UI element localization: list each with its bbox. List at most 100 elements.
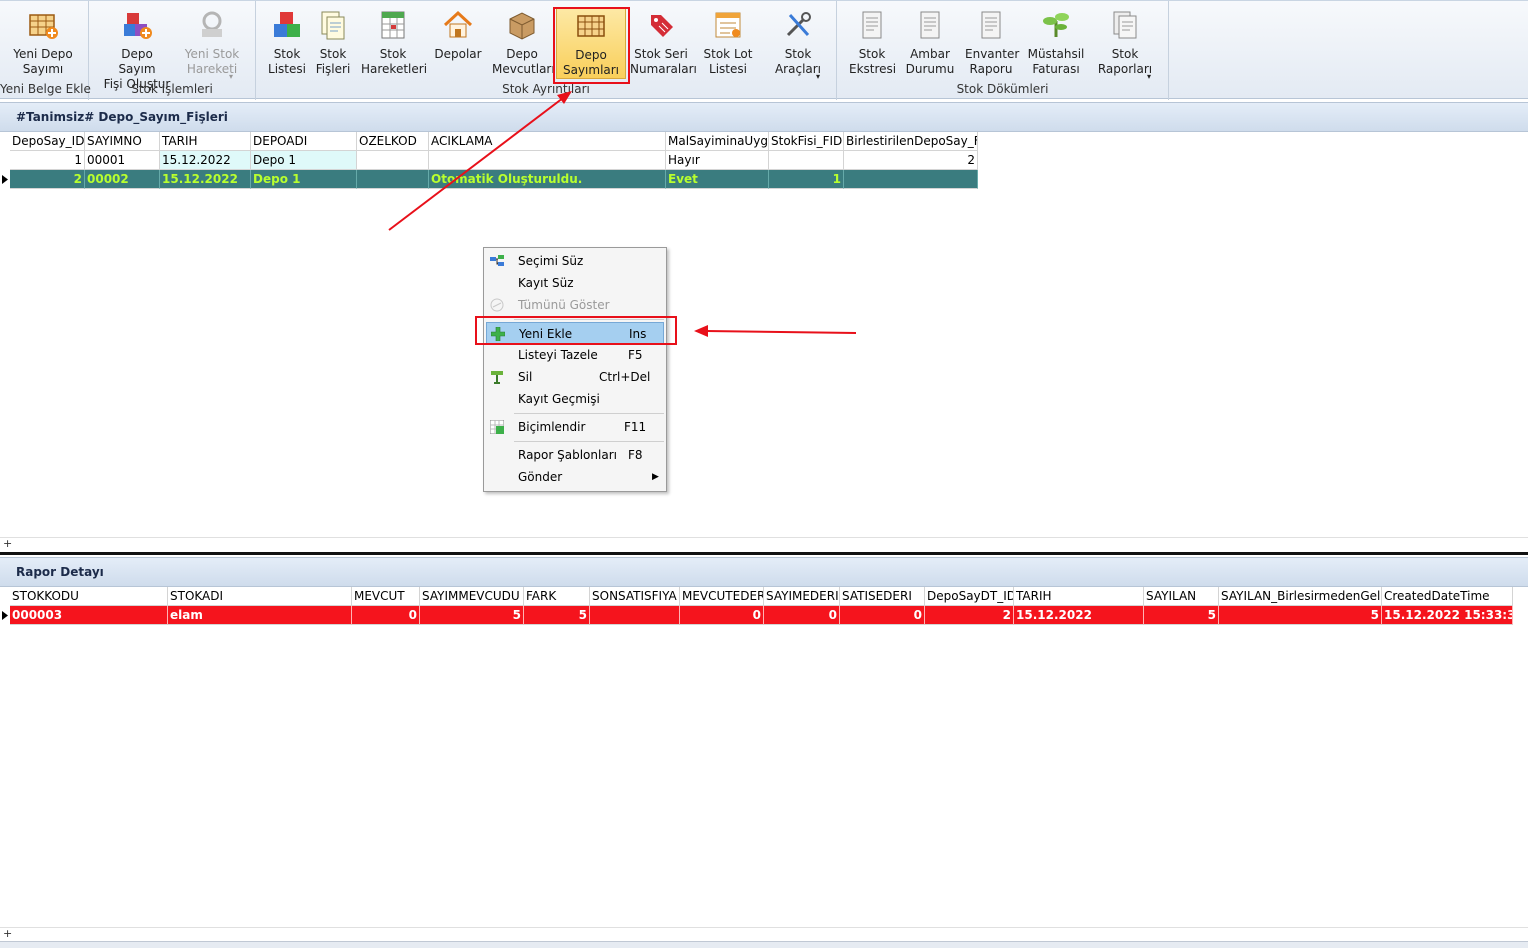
- row-indicator-icon: [0, 606, 10, 625]
- column-header[interactable]: SAYILAN_BirlesirmedenGelen: [1219, 587, 1382, 606]
- column-header[interactable]: STOKADI: [168, 587, 352, 606]
- documents-icon: [321, 11, 345, 40]
- menu-item-kayit-gecmisi[interactable]: Kayıt Geçmişi: [486, 388, 664, 410]
- plant-icon: [1043, 13, 1069, 37]
- column-header[interactable]: MEVCUT: [352, 587, 420, 606]
- annotation-highlight-box: [553, 7, 630, 84]
- column-header[interactable]: SATISEDERI: [840, 587, 925, 606]
- menu-item-gonder[interactable]: Gönder ▶: [486, 466, 664, 488]
- submenu-arrow-icon: ▶: [652, 472, 659, 482]
- stok-ekstresi-button[interactable]: Stok Ekstresi: [849, 7, 896, 77]
- table-row-alert[interactable]: 000003 elam 0 5 5 0 0 0 2 15.12.2022 5 5…: [0, 606, 1515, 625]
- ribbon-toolbar: Yeni Depo Sayımı Yeni Belge Ekle Depo Sa…: [0, 0, 1528, 100]
- cell-stokkodu: 000003: [10, 606, 168, 625]
- column-header[interactable]: CreatedDateTime: [1382, 587, 1513, 606]
- stok-seri-numaralari-button[interactable]: Stok Seri Numaraları: [630, 7, 697, 77]
- depolar-button[interactable]: Depolar: [434, 7, 482, 62]
- stok-araclari-button[interactable]: Stok Araçları ▾: [770, 7, 826, 81]
- stok-fisleri-button[interactable]: Stok Fişleri: [312, 7, 354, 77]
- cell-deposay-id: 1: [10, 151, 85, 170]
- stok-hareketleri-button[interactable]: Stok Hareketleri: [361, 7, 427, 77]
- app-window: Yeni Depo Sayımı Yeni Belge Ekle Depo Sa…: [0, 0, 1528, 948]
- column-header[interactable]: FARK: [524, 587, 590, 606]
- cell-depoadi: Depo 1: [251, 151, 357, 170]
- menu-separator: [514, 413, 664, 414]
- panel-splitter[interactable]: [0, 552, 1528, 555]
- stok-lot-listesi-button[interactable]: Stok Lot Listesi: [702, 7, 754, 77]
- menu-item-label: Tümünü Göster: [518, 298, 610, 312]
- button-label: Stok Lot Listesi: [703, 47, 753, 76]
- column-header[interactable]: OZELKOD: [357, 132, 429, 151]
- cell-malsayimina: Hayır: [666, 151, 769, 170]
- cell-stokfisi-fid: [769, 151, 844, 170]
- ribbon-group-yeni-belge: Yeni Depo Sayımı Yeni Belge Ekle: [0, 1, 91, 100]
- column-header[interactable]: SAYIMNO: [85, 132, 160, 151]
- menu-item-sil[interactable]: Sil Ctrl+Del: [486, 366, 664, 388]
- cell-satisederi: 0: [840, 606, 925, 625]
- column-header[interactable]: SAYIMMEVCUDU: [420, 587, 524, 606]
- menu-item-tumunu-goster[interactable]: Tümünü Göster: [486, 294, 664, 316]
- column-header[interactable]: MEVCUTEDERI: [680, 587, 764, 606]
- cell-sayimno: 00001: [85, 151, 160, 170]
- cell-tarih: 15.12.2022: [160, 151, 251, 170]
- cell-sayimederi: 0: [764, 606, 840, 625]
- menu-item-secimi-suz[interactable]: Seçimi Süz: [486, 250, 664, 272]
- menu-item-label: Kayıt Geçmişi: [518, 392, 600, 406]
- ambar-durumu-button[interactable]: Ambar Durumu: [905, 7, 955, 77]
- column-header[interactable]: BirlestirilenDepoSay_FID: [844, 132, 978, 151]
- cell-sayimno: 00002: [85, 170, 160, 189]
- column-header[interactable]: STOKKODU: [10, 587, 168, 606]
- lot-list-icon: [715, 12, 741, 38]
- depo-mevcutlari-button[interactable]: Depo Mevcutları: [492, 7, 555, 77]
- menu-item-rapor-sablonlari[interactable]: Rapor Şablonları F8: [486, 444, 664, 466]
- column-header[interactable]: SAYILAN: [1144, 587, 1219, 606]
- cell-aciklama: [429, 151, 666, 170]
- report-stack-icon: [1113, 11, 1137, 39]
- stok-listesi-button[interactable]: Stok Listesi: [266, 7, 308, 77]
- button-label: Ambar Durumu: [905, 47, 955, 76]
- button-label: Yeni Stok Hareketi: [184, 47, 240, 76]
- cell-sayilan: 5: [1144, 606, 1219, 625]
- menu-item-shortcut: F11: [624, 420, 647, 434]
- cell-ozelkod: [357, 170, 429, 189]
- table-row[interactable]: 1 00001 15.12.2022 Depo 1 Hayır 2: [0, 151, 980, 170]
- button-label: Yeni Depo Sayımı: [13, 47, 73, 76]
- column-header[interactable]: DepoSayDT_ID: [925, 587, 1014, 606]
- table-row-selected[interactable]: 2 00002 15.12.2022 Depo 1 Otomatik Oluşt…: [0, 170, 980, 189]
- cell-deposay-id: 2: [10, 170, 85, 189]
- cell-aciklama: Otomatik Oluşturuldu.: [429, 170, 666, 189]
- cell-fark: 5: [524, 606, 590, 625]
- cell-depoadi: Depo 1: [251, 170, 357, 189]
- expand-plus-icon[interactable]: +: [3, 927, 12, 940]
- cell-stokadi: elam: [168, 606, 352, 625]
- column-header[interactable]: SAYIMEDERI: [764, 587, 840, 606]
- expand-plus-icon[interactable]: +: [3, 537, 12, 550]
- cell-birlestirilen: [844, 170, 978, 189]
- menu-item-bicimlendir[interactable]: Biçimlendir F11: [486, 416, 664, 438]
- group-label: Stok Dökümleri: [956, 82, 1049, 96]
- report-page-icon: [920, 11, 940, 39]
- column-header[interactable]: TARIH: [160, 132, 251, 151]
- column-header[interactable]: MalSayiminaUygun: [666, 132, 769, 151]
- button-label: Stok Fişleri: [315, 47, 351, 76]
- column-header[interactable]: DepoSay_ID: [10, 132, 85, 151]
- column-header[interactable]: DEPOADI: [251, 132, 357, 151]
- depo-sayim-fisi-olustur-button[interactable]: Depo Sayım Fişi Oluştur: [101, 7, 173, 92]
- depo-sayim-fisleri-grid: DepoSay_ID SAYIMNO TARIH DEPOADI OZELKOD…: [0, 132, 980, 192]
- delete-icon: [491, 371, 503, 384]
- column-header[interactable]: ACIKLAMA: [429, 132, 666, 151]
- format-icon: [490, 420, 504, 434]
- mustahsil-faturasi-button[interactable]: Müstahsil Faturası: [1027, 7, 1085, 77]
- group-label: Yeni Belge Ekle: [0, 82, 91, 96]
- button-label: Stok Raporları: [1097, 47, 1153, 76]
- menu-item-listeyi-tazele[interactable]: Listeyi Tazele F5: [486, 344, 664, 366]
- envanter-raporu-button[interactable]: Envanter Raporu: [965, 7, 1019, 77]
- yeni-stok-hareketi-button[interactable]: Yeni Stok Hareketi ▾: [177, 7, 247, 81]
- column-header[interactable]: TARIH: [1014, 587, 1144, 606]
- rapor-detayi-grid: STOKKODU STOKADI MEVCUT SAYIMMEVCUDU FAR…: [0, 587, 1515, 627]
- menu-item-kayit-suz[interactable]: Kayıt Süz: [486, 272, 664, 294]
- stok-raporlari-button[interactable]: Stok Raporları ▾: [1095, 7, 1155, 81]
- column-header[interactable]: SONSATISFIYA: [590, 587, 680, 606]
- yeni-depo-sayimi-button[interactable]: Yeni Depo Sayımı: [8, 7, 78, 77]
- column-header[interactable]: StokFisi_FID: [769, 132, 844, 151]
